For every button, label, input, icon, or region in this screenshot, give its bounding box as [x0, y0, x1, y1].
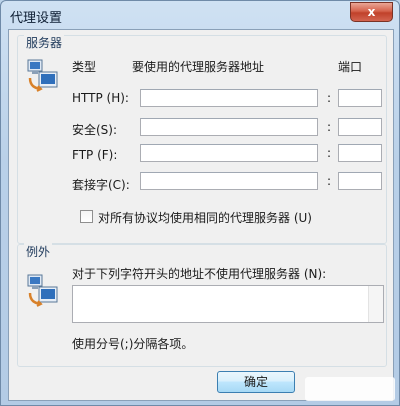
secure-address-input[interactable]: [140, 118, 318, 136]
exceptions-prompt: 对于下列字符开头的地址不使用代理服务器 (N):: [72, 267, 327, 281]
servers-group-legend: 服务器: [24, 34, 65, 51]
exceptions-hint: 使用分号(;)分隔各项。: [72, 337, 194, 351]
type-column-header: 类型: [72, 60, 97, 74]
socks-address-input[interactable]: [140, 172, 318, 190]
watermark-overlay: [305, 377, 395, 401]
socks-port-input[interactable]: [338, 172, 382, 190]
window-title: 代理设置: [10, 11, 63, 26]
servers-group: 服务器 类型 要使用的代理服务器地址 端口 HTTP (H): : 安全(S):…: [17, 34, 387, 244]
ftp-label: FTP (F):: [72, 148, 118, 162]
ftp-address-input[interactable]: [140, 144, 318, 162]
network-computers-icon: [26, 58, 60, 94]
same-proxy-label[interactable]: 对所有协议均使用相同的代理服务器 (U): [98, 209, 312, 226]
title-bar: 代理设置 x: [1, 1, 399, 29]
http-colon: :: [327, 91, 332, 105]
proxy-settings-dialog: 代理设置 x 服务器 类型 要使用的代理服务器地址 端口 HTTP (H)::…: [0, 0, 400, 406]
same-proxy-checkbox[interactable]: [80, 210, 93, 223]
http-address-input[interactable]: [140, 89, 318, 107]
secure-port-input[interactable]: [338, 118, 382, 136]
secure-label: 安全(S):: [72, 123, 118, 137]
close-button[interactable]: x: [350, 2, 393, 22]
secure-colon: :: [327, 120, 332, 134]
close-icon: x: [367, 5, 376, 19]
exceptions-group-legend: 例外: [24, 243, 53, 260]
socks-colon: :: [327, 174, 332, 188]
http-port-input[interactable]: [338, 89, 382, 107]
ftp-colon: :: [327, 146, 332, 160]
exceptions-scrollbar[interactable]: [368, 286, 383, 322]
exceptions-textarea[interactable]: [72, 285, 384, 323]
ok-button[interactable]: 确定: [217, 371, 295, 393]
ftp-port-input[interactable]: [338, 144, 382, 162]
port-column-header: 端口: [338, 60, 363, 74]
socks-label: 套接字(C):: [72, 178, 130, 192]
network-computers-icon: [26, 273, 60, 309]
address-column-header: 要使用的代理服务器地址: [132, 60, 265, 74]
http-label: HTTP (H):: [72, 91, 129, 105]
dialog-client-area: 服务器 类型 要使用的代理服务器地址 端口 HTTP (H): : 安全(S):…: [8, 29, 394, 401]
exceptions-group: 例外 对于下列字符开头的地址不使用代理服务器 (N): 使用分号(;)分隔各项。: [17, 243, 387, 367]
